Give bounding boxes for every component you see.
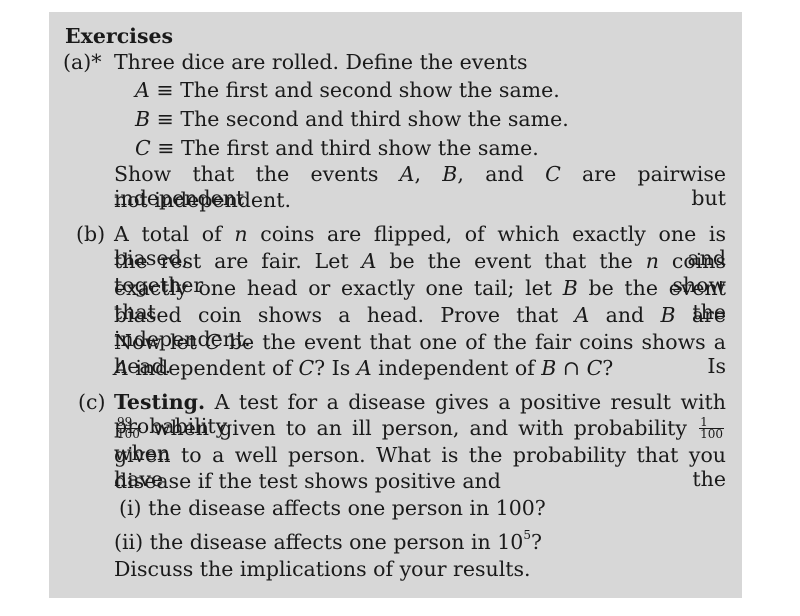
fraction-99-100: 99 100	[116, 415, 141, 441]
sub-item-label: (ii)	[114, 530, 144, 554]
sub-item-label: (i)	[119, 496, 142, 520]
event-symbol: C	[135, 136, 151, 160]
event-symbol: B	[135, 107, 151, 131]
exercise-b-label: (b)	[76, 222, 106, 246]
testing-title: Testing.	[114, 390, 206, 414]
event-a-definition: A ≡ The first and second show the same.	[135, 78, 560, 102]
exercise-b-line-6: A independent of C? Is A independent of …	[114, 356, 614, 380]
event-text: The first and third show the same.	[180, 136, 539, 160]
fraction-1-100: 1 100	[699, 415, 724, 441]
exercise-c-line-7: Discuss the implications of your results…	[114, 557, 531, 581]
exercise-a-intro: Three dice are rolled. Define the events	[114, 50, 528, 74]
sub-item-text: the disease affects one person in 10	[149, 530, 524, 554]
event-b-definition: B ≡ The second and third show the same.	[135, 107, 569, 131]
equiv-sign: ≡	[157, 136, 175, 160]
sub-item-ii: (ii) the disease affects one person in 1…	[114, 528, 542, 554]
exponent: 5	[523, 528, 531, 543]
equiv-sign: ≡	[156, 107, 174, 131]
event-text: The second and third show the same.	[180, 107, 569, 131]
exercise-a-show-line-2: not independent.	[114, 188, 291, 212]
equiv-sign: ≡	[156, 78, 174, 102]
exercise-c-line-4: disease if the test shows positive and	[114, 469, 501, 493]
exercises-heading: Exercises	[65, 24, 174, 48]
event-symbol: A	[135, 78, 150, 102]
sub-item-text: the disease affects one person in 100?	[148, 496, 546, 520]
exercise-a-label: (a)*	[63, 50, 102, 74]
exercise-c-label: (c)	[78, 390, 106, 414]
sub-item-i: (i) the disease affects one person in 10…	[119, 496, 546, 520]
event-c-definition: C ≡ The first and third show the same.	[135, 136, 539, 160]
exercise-box: Exercises (a)* Three dice are rolled. De…	[49, 12, 742, 598]
event-text: The first and second show the same.	[180, 78, 560, 102]
